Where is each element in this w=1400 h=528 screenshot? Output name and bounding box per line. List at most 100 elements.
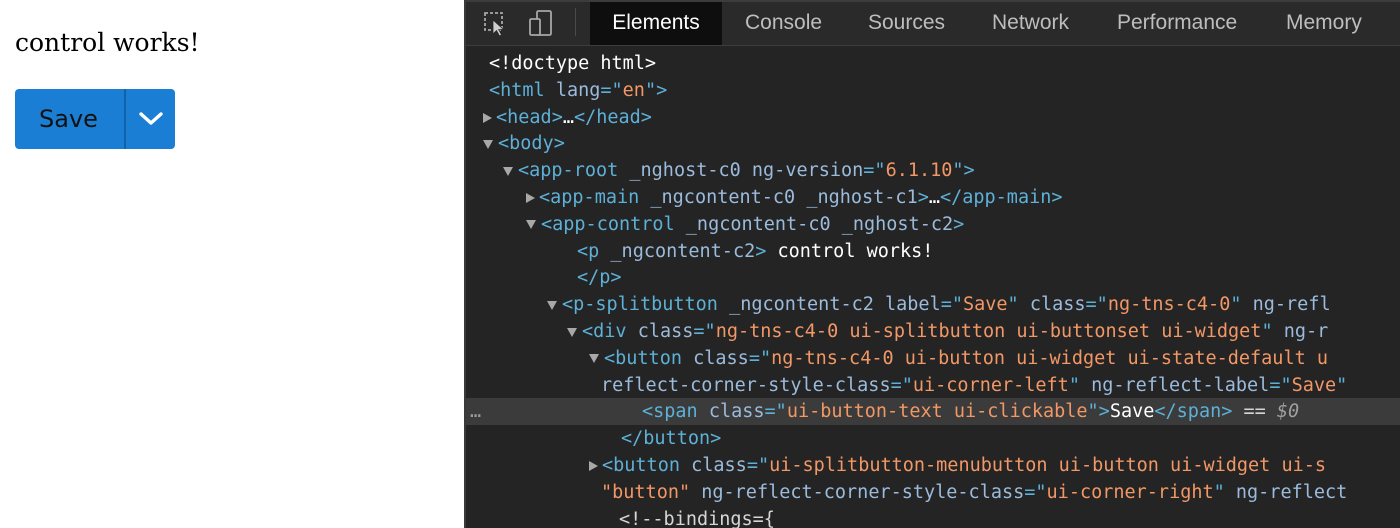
dom-token: Save [1109,401,1155,423]
dom-line[interactable]: "button" ng-reflect-corner-style-class="… [464,479,1400,506]
devtools-panel: Elements Console Sources Network Perform… [464,0,1400,528]
dom-token: "> [644,79,668,101]
dom-token: ui-corner-right [1046,481,1214,503]
dom-token: <app-control [541,213,686,235]
dom-token: =" [890,374,913,396]
dom-line[interactable]: <button class="ng-tns-c4-0 ui-button ui-… [464,345,1400,372]
dom-token: "> [1087,401,1110,423]
dom-token: =" [748,347,772,369]
dom-token: <p-splitbutton [562,294,730,316]
dom-token: ng-reflect-corner-style-class [701,481,1025,503]
dom-token: … [562,106,574,128]
save-splitbutton: Save [15,89,175,149]
expand-triangle-icon[interactable] [483,112,492,123]
dom-token: "> [952,160,975,182]
tab-memory[interactable]: Memory [1286,0,1362,45]
dom-token: _nghost-c0 ng-version [629,160,864,182]
dom-token: <body> [498,133,565,155]
tab-sources[interactable]: Sources [868,0,945,45]
dom-token: <app-root [518,160,630,182]
expand-triangle-icon[interactable] [589,461,598,471]
dom-token: </button> [621,428,722,450]
dom-line[interactable]: <app-root _nghost-c0 ng-version="6.1.10"… [464,157,1400,184]
dom-line-selected[interactable]: … <span class="ui-button-text ui-clickabl… [464,398,1400,426]
dom-token: =" [940,294,963,316]
tab-performance[interactable]: Performance [1117,0,1237,45]
dom-token: " [1007,294,1030,316]
dom-line[interactable]: reflect-corner-style-class="ui-corner-le… [464,372,1400,399]
dom-token: class [693,347,749,369]
dom-token: $0 [1276,401,1300,423]
dom-token: _ngcontent-c2 [610,240,756,262]
toolbar-divider [575,8,576,36]
dom-token: " [1261,321,1284,342]
dom-token: <head> [496,106,563,128]
dom-token: > [953,213,965,235]
dom-token: " [1230,294,1253,316]
dom-token: </span> [1154,401,1233,423]
dom-token: <p [577,240,611,262]
dom-line[interactable]: <body> [464,130,1400,157]
dom-line[interactable]: <app-control _ngcontent-c0 _nghost-c2> [464,211,1400,238]
dom-tree: <!doctype html> <html lang="en"> <head>…</… [464,46,1400,528]
dom-token: ui-splitbutton-menubutton ui-button ui-w… [769,455,1326,476]
control-message: control works! [15,28,200,57]
dom-token: class [691,455,747,476]
dom-line[interactable]: <p-splitbutton _ngcontent-c2 label="Save… [464,291,1400,318]
dom-token: class [1029,294,1086,316]
dom-token: "button" [601,481,702,503]
collapse-triangle-icon[interactable] [503,166,513,176]
dom-line[interactable]: <button class="ui-splitbutton-menubutton… [464,452,1400,479]
panel-left-border [464,0,466,528]
collapse-triangle-icon[interactable] [526,220,536,230]
dom-token: =" [1269,374,1292,396]
dom-token: _ngcontent-c2 label [729,294,941,316]
dom-token: > [917,187,929,208]
device-toolbar-icon[interactable] [526,8,556,38]
dom-token: <!doctype html> [489,53,657,74]
save-button[interactable]: Save [15,89,124,149]
tab-console[interactable]: Console [745,0,822,45]
dom-token: 6.1.10 [885,160,953,182]
dom-line[interactable]: <!doctype html> [464,50,1400,77]
splitbutton-menu-button[interactable] [126,89,175,149]
dom-token: =" [1085,294,1108,316]
dom-token: =" [600,79,623,101]
dom-token: _ngcontent-c0 _nghost-c2 [685,213,954,235]
dom-line[interactable]: <head>…</head> [464,104,1400,131]
dom-token: ng-tns-c4-0 ui-button ui-widget ui-state… [771,347,1328,369]
dom-line[interactable]: </button> [464,425,1400,452]
collapse-triangle-icon[interactable] [483,139,493,149]
dom-token: ng-reflect [1235,481,1348,503]
dom-line[interactable]: <html lang="en"> [464,77,1400,104]
dom-token: " [1336,374,1348,396]
dom-line[interactable]: <div class="ng-tns-c4-0 ui-splitbutton u… [464,318,1400,345]
devtools-toolbar: Elements Console Sources Network Perform… [464,0,1400,46]
inspect-element-icon[interactable] [480,8,510,38]
dom-line[interactable]: <!--bindings={ [464,506,1400,528]
dom-token: control works! [766,240,934,262]
dom-token: > [755,240,767,262]
dom-token: <div [582,321,638,342]
dom-token: == [1232,401,1277,423]
dom-token: =" [693,321,716,342]
dom-token: Save [1291,374,1337,396]
dom-token: lang [555,79,601,101]
dom-token: ng-tns-c4-0 ui-splitbutton ui-buttonset … [715,321,1262,342]
dom-line[interactable]: <app-main _ngcontent-c0 _nghost-c1>…</ap… [464,184,1400,211]
dom-line[interactable]: </p> [464,264,1400,291]
dom-token: <button [604,347,694,369]
more-options-gutter[interactable]: … [470,398,481,425]
tab-elements[interactable]: Elements [590,0,722,45]
dom-token: <!--bindings={ [619,508,775,528]
dom-token: class [637,321,694,342]
expand-triangle-icon[interactable] [526,193,535,203]
dom-token: " [1068,374,1092,396]
screen: control works! Save Elements Console Sou… [0,0,1400,528]
dom-line[interactable]: <p _ngcontent-c2> control works! [464,238,1400,265]
collapse-triangle-icon[interactable] [547,300,557,310]
tab-network[interactable]: Network [992,0,1069,45]
panel-top-border [464,0,1400,2]
collapse-triangle-icon[interactable] [567,327,577,337]
collapse-triangle-icon[interactable] [589,354,599,364]
